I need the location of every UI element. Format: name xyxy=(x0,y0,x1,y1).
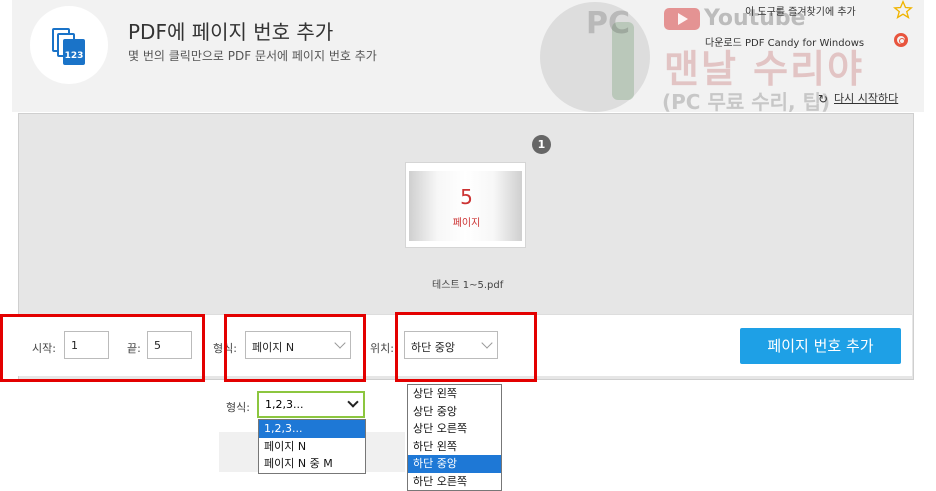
bookmark-link[interactable]: 이 도구를 즐겨찾기에 추가 xyxy=(745,3,856,18)
format-option[interactable]: 1,2,3... xyxy=(259,420,365,438)
page-root: 123 PDF에 페이지 번호 추가 몇 번의 클릭만으로 PDF 문서에 페이… xyxy=(0,0,936,491)
position-option[interactable]: 하단 왼쪽 xyxy=(408,438,501,456)
position-option[interactable]: 하단 중앙 xyxy=(408,455,501,473)
play-icon xyxy=(678,13,688,25)
format-option[interactable]: 페이지 N 중 M xyxy=(259,455,365,473)
star-icon[interactable] xyxy=(893,0,913,20)
app-logo: 123 xyxy=(30,6,108,84)
format-dropdown-select[interactable]: 1,2,3... xyxy=(257,391,365,418)
position-option[interactable]: 상단 왼쪽 xyxy=(408,385,501,403)
restart-icon[interactable]: ↻ xyxy=(818,92,828,106)
highlight-box-position xyxy=(395,312,537,382)
file-count-badge: 1 xyxy=(532,135,551,154)
position-option[interactable]: 상단 오른쪽 xyxy=(408,420,501,438)
page-subtitle: 몇 번의 클릭만으로 PDF 문서에 페이지 번호 추가 xyxy=(128,49,377,63)
restart-link[interactable]: 다시 시작하다 xyxy=(834,90,898,106)
position-option[interactable]: 상단 중앙 xyxy=(408,403,501,421)
chevron-down-icon xyxy=(347,396,359,408)
file-thumbnail[interactable]: 5 페이지 xyxy=(405,162,526,248)
thumbnail-page-number: 5 xyxy=(460,185,473,209)
add-page-numbers-button[interactable]: 페이지 번호 추가 xyxy=(740,328,901,364)
numbered-document-icon: 123 xyxy=(63,39,85,65)
format-dropdown-label: 형식: xyxy=(226,401,250,414)
watermark-pc: PC xyxy=(586,6,631,41)
logo-text: 123 xyxy=(64,51,84,61)
format-option[interactable]: 페이지 N xyxy=(259,438,365,456)
candy-icon[interactable] xyxy=(894,33,908,47)
download-link[interactable]: 다운로드 PDF Candy for Windows xyxy=(705,34,864,49)
format-options-list: 1,2,3... 페이지 N 페이지 N 중 M xyxy=(258,419,366,474)
file-name: 테스트 1~5.pdf xyxy=(432,280,504,291)
position-label: 위치: xyxy=(370,342,394,355)
watermark-subtitle: (PC 무료 수리, 팁) xyxy=(662,90,831,114)
position-options-list: 상단 왼쪽 상단 중앙 상단 오른쪽 하단 왼쪽 하단 중앙 하단 오른쪽 xyxy=(407,384,502,491)
highlight-box-format xyxy=(224,314,366,382)
highlight-box-range xyxy=(0,314,205,382)
page-title: PDF에 페이지 번호 추가 xyxy=(128,20,334,44)
position-option[interactable]: 하단 오른쪽 xyxy=(408,473,501,491)
format-dropdown-value: 1,2,3... xyxy=(265,398,304,411)
thumbnail-page-label: 페이지 xyxy=(452,218,481,229)
